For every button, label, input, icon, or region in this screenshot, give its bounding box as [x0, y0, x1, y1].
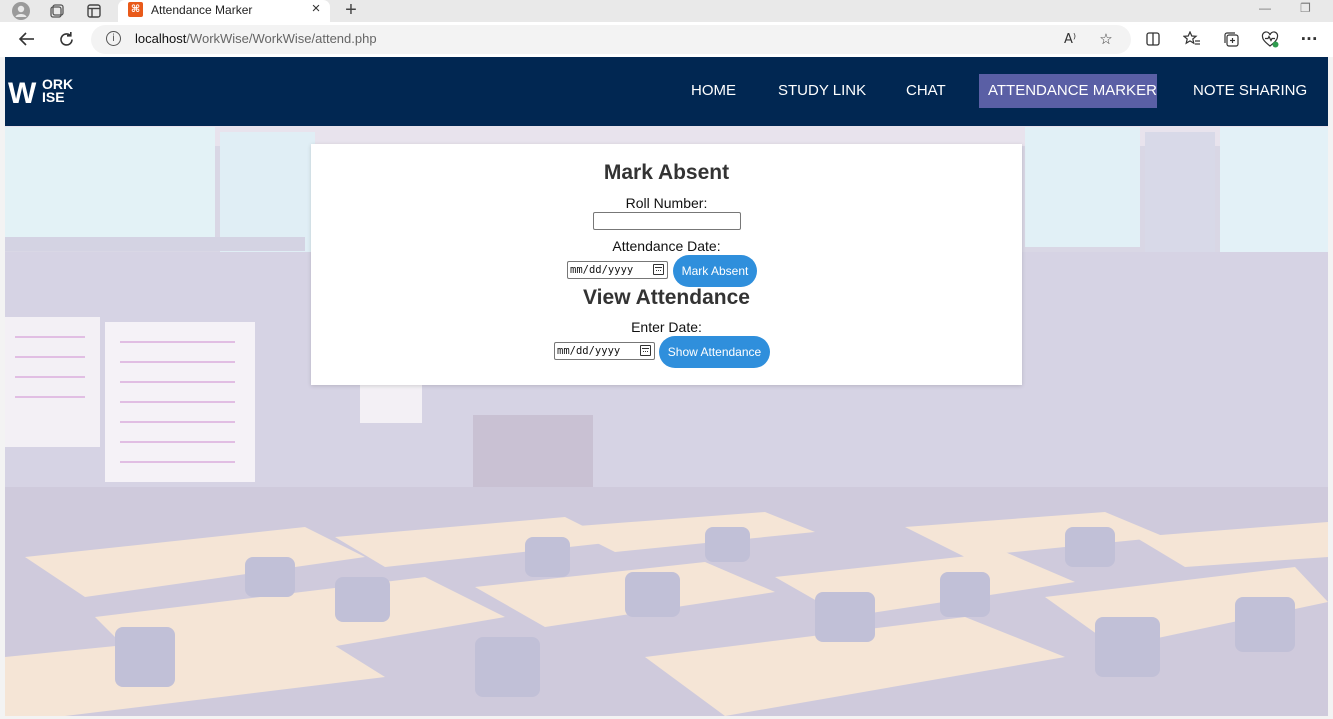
calendar-icon[interactable] — [640, 345, 651, 356]
view-attendance-heading: View Attendance — [583, 286, 750, 309]
logo-ise: ISE — [42, 89, 65, 105]
minimize-icon[interactable]: — — [1259, 1, 1271, 15]
workspaces-icon[interactable] — [47, 1, 67, 21]
site-navbar: W ORK ISE HOME STUDY LINK CHAT ATTENDANC… — [5, 57, 1328, 126]
tab-title: Attendance Marker — [151, 3, 253, 17]
nav-attendance-marker-link[interactable]: ATTENDANCE MARKER — [979, 74, 1157, 108]
browser-tab-bar: ⌘ Attendance Marker × + — ❐ — [0, 0, 1333, 22]
attendance-date-label: Attendance Date: — [612, 238, 721, 254]
roll-number-input[interactable] — [593, 212, 741, 230]
more-options-icon[interactable]: ··· — [1299, 29, 1319, 49]
web-page: W ORK ISE HOME STUDY LINK CHAT ATTENDANC… — [5, 57, 1328, 716]
browser-essentials-icon[interactable] — [1260, 29, 1280, 49]
logo-w: W — [8, 77, 37, 106]
back-arrow-icon[interactable] — [15, 28, 39, 50]
attendance-card: Mark Absent Roll Number: Attendance Date… — [311, 144, 1022, 385]
mark-absent-button[interactable]: Mark Absent — [673, 255, 757, 287]
profile-icon[interactable] — [11, 1, 31, 21]
url-path: /WorkWise/WorkWise/attend.php — [186, 31, 377, 46]
nav-home-link[interactable]: HOME — [682, 74, 745, 108]
active-tab[interactable]: ⌘ Attendance Marker × — [118, 0, 330, 22]
browser-address-bar: i localhost/WorkWise/WorkWise/attend.php… — [0, 22, 1333, 57]
view-date-placeholder: mm/dd/yyyy — [557, 345, 621, 357]
tab-favicon-icon: ⌘ — [128, 2, 143, 17]
calendar-icon[interactable] — [653, 264, 664, 275]
favorites-list-icon[interactable] — [1182, 29, 1202, 49]
enter-date-label: Enter Date: — [631, 319, 702, 335]
view-date-input[interactable]: mm/dd/yyyy — [554, 342, 655, 360]
read-aloud-icon[interactable]: A⁾ — [1060, 29, 1080, 49]
attendance-date-input[interactable]: mm/dd/yyyy — [567, 261, 668, 279]
url-bar[interactable]: i localhost/WorkWise/WorkWise/attend.php… — [91, 25, 1131, 54]
roll-number-label: Roll Number: — [625, 195, 708, 211]
url-host: localhost — [135, 31, 187, 46]
nav-chat-link[interactable]: CHAT — [897, 74, 955, 108]
favorite-star-icon[interactable]: ☆ — [1096, 29, 1116, 49]
nav-study-link-link[interactable]: STUDY LINK — [769, 74, 875, 108]
tab-close-icon[interactable]: × — [308, 0, 324, 17]
site-info-icon[interactable]: i — [106, 31, 121, 46]
url-text[interactable]: localhost/WorkWise/WorkWise/attend.php — [135, 31, 377, 46]
tab-actions-icon[interactable] — [84, 1, 104, 21]
new-tab-icon[interactable]: + — [342, 0, 360, 22]
restore-icon[interactable]: ❐ — [1300, 1, 1311, 15]
attendance-date-placeholder: mm/dd/yyyy — [570, 264, 634, 276]
nav-note-sharing-link[interactable]: NOTE SHARING — [1184, 74, 1316, 108]
refresh-icon[interactable] — [54, 28, 78, 50]
show-attendance-button[interactable]: Show Attendance — [659, 336, 770, 368]
workwise-logo[interactable]: W ORK ISE — [8, 76, 98, 106]
collections-icon[interactable] — [1221, 29, 1241, 49]
mark-absent-heading: Mark Absent — [603, 161, 730, 184]
split-screen-icon[interactable] — [1143, 29, 1163, 49]
